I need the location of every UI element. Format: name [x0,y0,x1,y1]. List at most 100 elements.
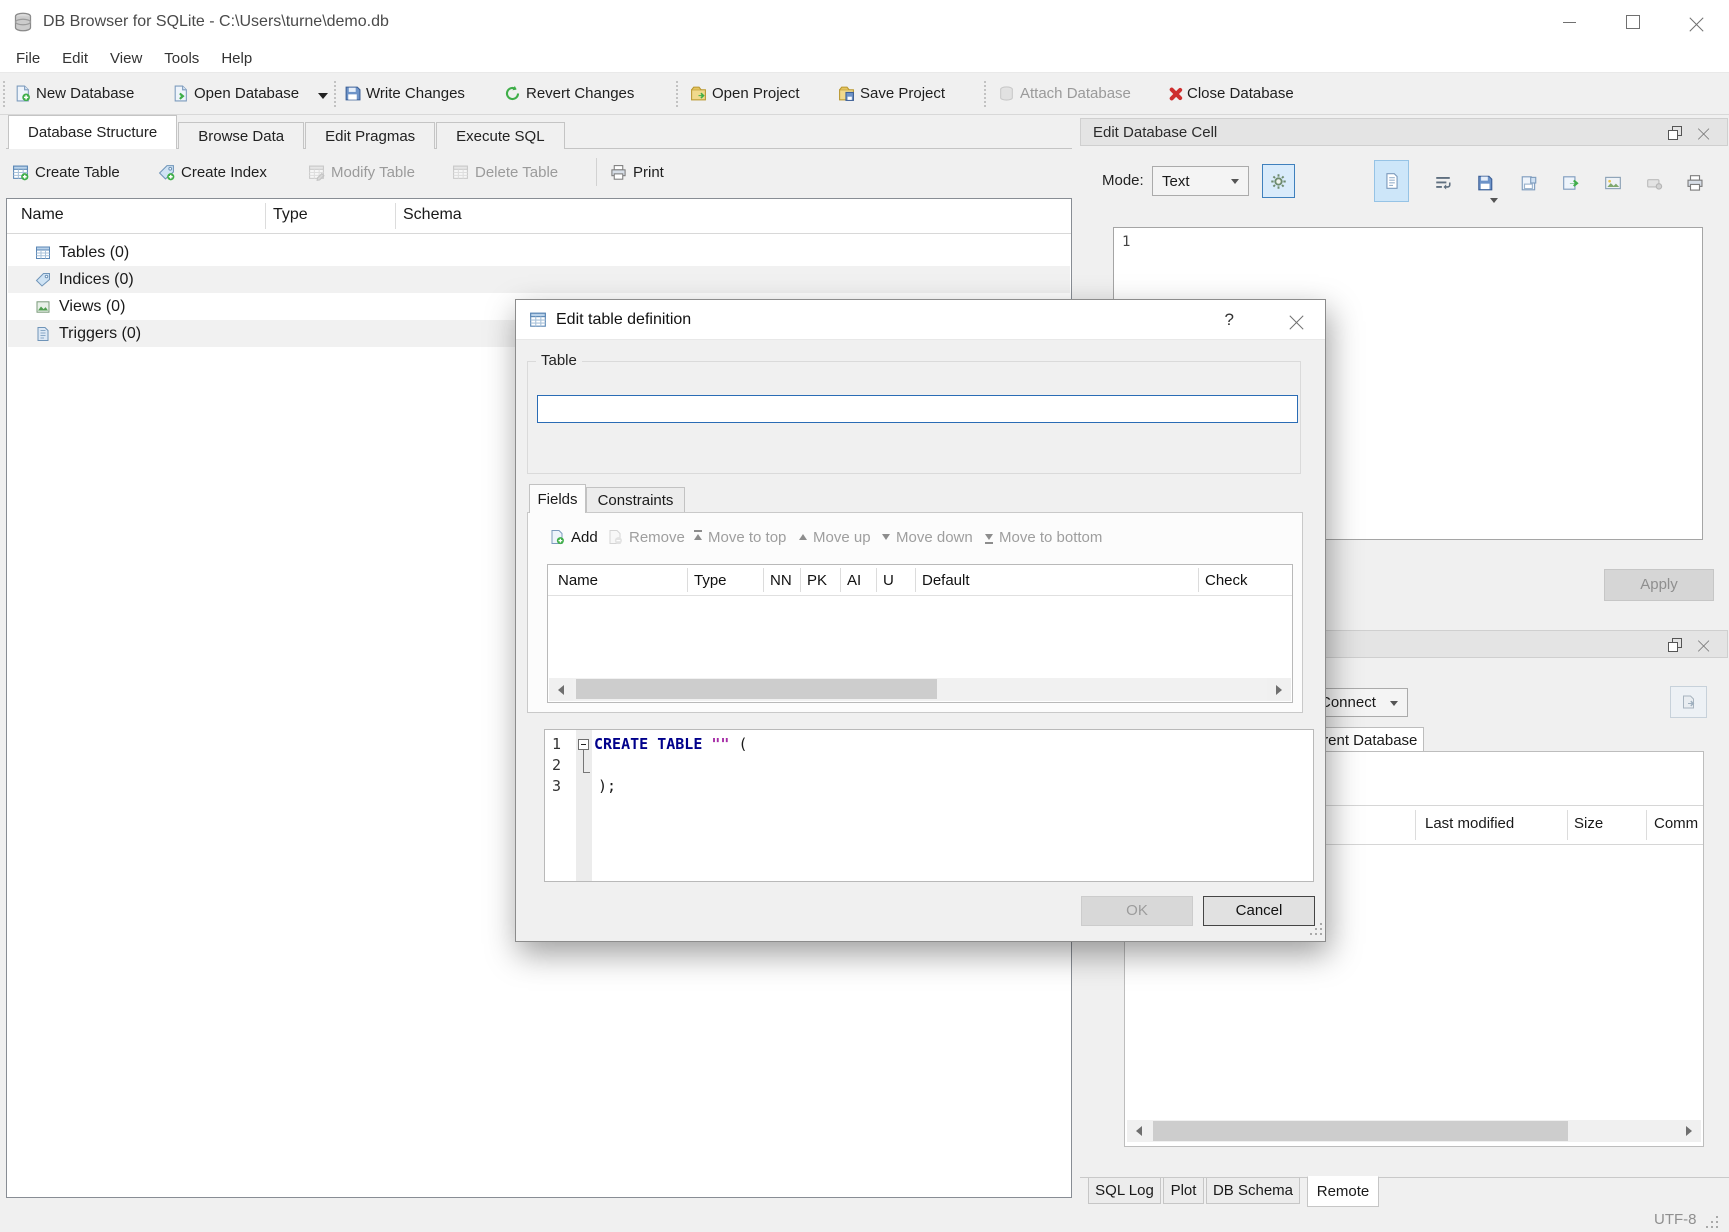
cell-line-number: 1 [1122,234,1130,250]
import-dropdown-icon[interactable] [1490,198,1498,203]
dock-close-icon[interactable] [1698,126,1709,137]
toolbar-separator [3,81,5,107]
scroll-left-icon[interactable] [549,678,573,701]
open-project-button[interactable]: Open Project [690,79,800,108]
remote-horizontal-scrollbar[interactable] [1127,1120,1701,1142]
edit-table-definition-dialog: Edit table definition ? Table Advanced F… [515,299,1326,942]
apply-button: Apply [1604,569,1714,601]
remote-column-size[interactable]: Size [1574,815,1603,832]
scroll-right-icon[interactable] [1267,678,1291,701]
remote-column-last-modified[interactable]: Last modified [1425,815,1514,832]
column-divider [687,568,688,592]
window-resize-grip[interactable] [1706,1226,1708,1228]
window-title: DB Browser for SQLite - C:\Users\turne\d… [43,13,389,31]
tab-sql-log[interactable]: SQL Log [1088,1178,1161,1204]
fields-column-type[interactable]: Type [694,572,727,589]
revert-changes-button[interactable]: Revert Changes [504,79,634,108]
write-changes-button[interactable]: Write Changes [344,79,465,108]
tab-fields[interactable]: Fields [529,484,586,513]
open-database-button[interactable]: Open Database [172,79,299,108]
print-cell-button[interactable] [1682,170,1708,196]
import-data-button[interactable] [1472,170,1498,196]
menu-file[interactable]: File [5,47,51,70]
tree-column-schema[interactable]: Schema [403,206,462,224]
dock-float-icon[interactable] [1668,126,1681,139]
close-database-button[interactable]: Close Database [1168,79,1294,108]
tab-browse-data[interactable]: Browse Data [178,122,304,149]
table-icon [529,311,547,329]
create-table-button[interactable]: Create Table [12,158,120,186]
word-wrap-button[interactable] [1430,170,1456,196]
add-field-button[interactable]: Add [549,525,598,549]
dialog-close-button[interactable] [1290,313,1304,327]
cancel-button[interactable]: Cancel [1203,896,1315,926]
create-table-icon [12,164,29,181]
open-in-external-button[interactable] [1558,170,1584,196]
dialog-resize-grip[interactable] [1310,933,1312,935]
scroll-right-icon[interactable] [1677,1120,1701,1142]
tree-item-tables[interactable]: Tables (0) [8,239,1070,266]
scrollbar-thumb[interactable] [576,679,937,699]
fields-column-name[interactable]: Name [558,572,598,589]
dialog-help-button[interactable]: ? [1225,310,1234,330]
image-view-button[interactable] [1600,170,1626,196]
open-database-dropdown-icon[interactable] [318,93,328,99]
column-divider [1567,810,1568,840]
fields-column-ai[interactable]: AI [847,572,861,589]
ok-button: OK [1081,896,1193,926]
new-database-button[interactable]: New Database [14,79,134,108]
code-fold-icon[interactable] [578,739,589,750]
tab-db-schema[interactable]: DB Schema [1206,1178,1300,1204]
tree-column-name[interactable]: Name [21,206,64,224]
mode-select[interactable]: Text [1152,166,1249,196]
tab-edit-pragmas[interactable]: Edit Pragmas [305,122,435,149]
attach-database-button: Attach Database [998,79,1131,108]
table-groupbox: Table Advanced [527,361,1301,474]
menu-tools[interactable]: Tools [153,47,210,70]
printer-icon [1686,174,1704,192]
scrollbar-thumb[interactable] [1153,1121,1568,1141]
toolbar-separator [334,81,336,107]
close-button[interactable] [1665,0,1729,44]
tab-plot[interactable]: Plot [1163,1178,1204,1204]
minimize-button[interactable] [1537,0,1601,44]
menu-view[interactable]: View [99,47,153,70]
sql-preview[interactable]: 1 2 3 CREATE TABLE "" ( ); [544,729,1314,882]
fields-column-default[interactable]: Default [922,572,970,589]
tab-execute-sql[interactable]: Execute SQL [436,122,564,149]
cell-text-view-button[interactable] [1374,160,1409,202]
print-icon [610,164,627,181]
dock-float-icon[interactable] [1668,638,1681,651]
auto-switch-mode-button[interactable] [1262,164,1295,198]
tree-item-indices[interactable]: Indices (0) [8,266,1070,293]
menu-help[interactable]: Help [210,47,263,70]
modify-table-button: Modify Table [308,158,415,186]
move-to-bottom-button: Move to bottom [985,525,1102,549]
save-project-icon [838,85,855,102]
move-down-icon [882,534,890,540]
fields-column-pk[interactable]: PK [807,572,827,589]
column-divider [763,568,764,592]
tab-constraints[interactable]: Constraints [586,487,685,513]
export-data-button[interactable] [1516,170,1542,196]
remote-column-commit[interactable]: Comm [1654,815,1698,832]
tab-database-structure[interactable]: Database Structure [8,115,177,149]
move-to-bottom-icon [985,534,993,540]
fields-horizontal-scrollbar[interactable] [549,678,1291,701]
print-button[interactable]: Print [610,158,664,186]
menu-edit[interactable]: Edit [51,47,99,70]
fields-column-check[interactable]: Check [1205,572,1248,589]
column-divider [840,568,841,592]
maximize-button[interactable] [1601,0,1665,44]
scroll-left-icon[interactable] [1127,1120,1151,1142]
save-project-button[interactable]: Save Project [838,79,945,108]
table-name-input[interactable] [537,395,1298,423]
tree-column-type[interactable]: Type [273,206,308,224]
dock-close-icon[interactable] [1698,638,1709,649]
tab-remote[interactable]: Remote [1307,1176,1379,1207]
fields-column-u[interactable]: U [883,572,894,589]
cell-editor-dock-header: Edit Database Cell [1080,118,1728,146]
create-index-button[interactable]: Create Index [158,158,267,186]
main-tab-bar: Database Structure Browse Data Edit Prag… [8,115,566,149]
fields-column-nn[interactable]: NN [770,572,792,589]
